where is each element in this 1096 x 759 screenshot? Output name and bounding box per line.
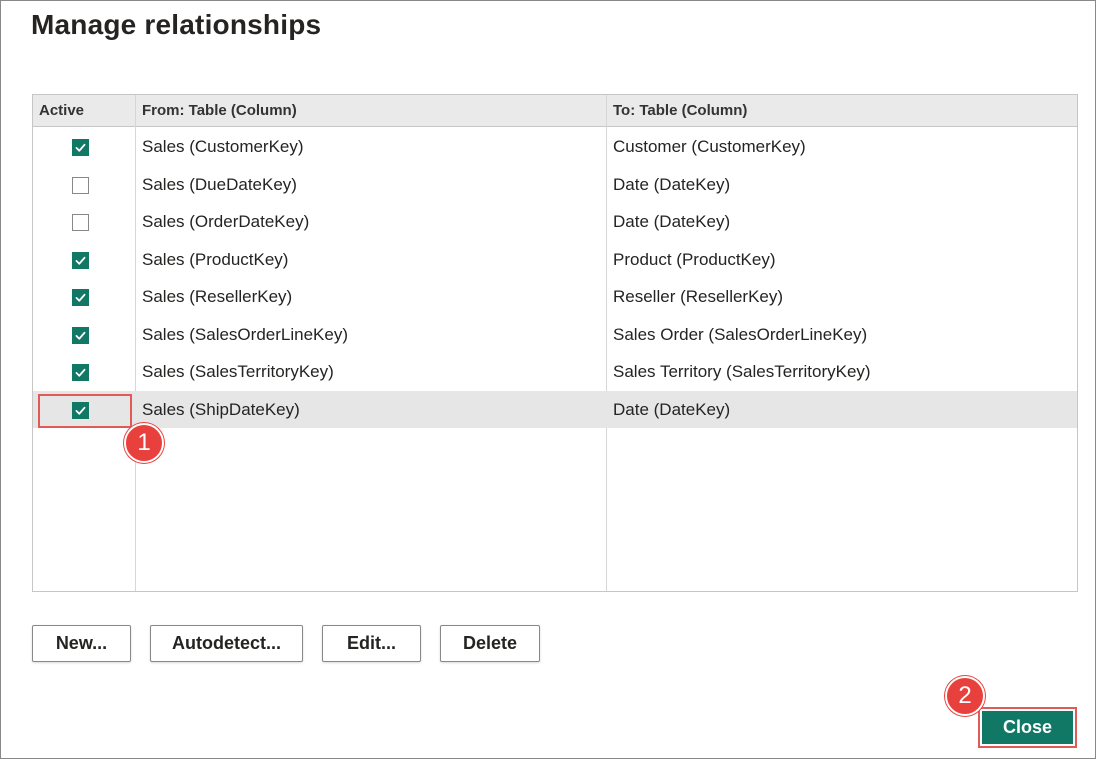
to-table-column: Sales Territory (SalesTerritoryKey) (613, 362, 871, 381)
to-table-column: Reseller (ResellerKey) (613, 287, 784, 306)
active-checkbox[interactable] (72, 214, 89, 231)
checkbox-checked (72, 364, 89, 381)
grid-header: Active From: Table (Column) To: Table (C… (33, 95, 1077, 127)
relationship-row[interactable]: Sales (SalesOrderLineKey) Sales Order (Sa… (33, 316, 1077, 353)
to-table-column: Customer (CustomerKey) (613, 137, 806, 156)
step-badge-2: 2 (945, 676, 985, 716)
active-checkbox[interactable] (72, 364, 89, 381)
active-checkbox[interactable] (72, 251, 89, 269)
step-badge-1: 1 (124, 423, 164, 463)
checkbox-checked (72, 251, 89, 269)
dialog-title: Manage relationships (31, 9, 322, 40)
new-button[interactable]: New... (32, 625, 131, 662)
checkbox-checked (72, 139, 89, 156)
close-button[interactable]: Close (982, 711, 1073, 744)
from-table-column: Sales (SalesOrderLineKey) (142, 324, 348, 344)
checkbox-unchecked (72, 214, 89, 231)
checkbox-checked (72, 326, 89, 344)
edit-button[interactable]: Edit... (322, 625, 421, 662)
checkmark-icon (75, 293, 86, 302)
to-table-column: Date (DateKey) (613, 174, 731, 194)
autodetect-button[interactable]: Autodetect... (150, 625, 303, 662)
column-header-to[interactable]: To: Table (Column) (607, 95, 1077, 126)
checkbox-unchecked (72, 176, 89, 194)
active-checkbox[interactable] (72, 326, 89, 344)
checkmark-icon (75, 256, 86, 265)
relationship-row[interactable]: Sales (ProductKey) Product (ProductKey) (33, 241, 1077, 278)
checkbox-checked (72, 289, 89, 306)
relationship-row[interactable]: Sales (DueDateKey) Date (DateKey) (33, 166, 1077, 203)
from-table-column: Sales (OrderDateKey) (142, 212, 310, 231)
checkmark-icon (75, 368, 86, 377)
relationship-row[interactable]: Sales (OrderDateKey) Date (DateKey) (33, 203, 1077, 240)
to-table-column: Date (DateKey) (613, 399, 731, 419)
active-checkbox[interactable] (72, 289, 89, 306)
manage-relationships-dialog: Manage relationships Active From: Table … (0, 0, 1096, 759)
from-table-column: Sales (ResellerKey) (142, 287, 293, 306)
checkmark-icon (75, 143, 86, 152)
relationship-row[interactable]: Sales (ResellerKey) Reseller (ResellerKey… (33, 278, 1077, 315)
column-header-active[interactable]: Active (33, 95, 135, 126)
active-checkbox-highlight (38, 394, 132, 428)
relationship-row[interactable]: Sales (SalesTerritoryKey) Sales Territory… (33, 353, 1077, 390)
from-table-column: Sales (SalesTerritoryKey) (142, 362, 334, 381)
from-table-column: Sales (DueDateKey) (142, 174, 297, 194)
to-table-column: Sales Order (SalesOrderLineKey) (613, 324, 868, 344)
from-table-column: Sales (ProductKey) (142, 249, 289, 269)
from-table-column: Sales (ShipDateKey) (142, 399, 300, 419)
delete-button[interactable]: Delete (440, 625, 540, 662)
to-table-column: Product (ProductKey) (613, 249, 776, 269)
column-header-from[interactable]: From: Table (Column) (136, 95, 606, 126)
from-table-column: Sales (CustomerKey) (142, 137, 304, 156)
checkmark-icon (75, 331, 86, 340)
relationship-row[interactable]: Sales (ShipDateKey) Date (DateKey) (33, 390, 1077, 428)
relationship-row[interactable]: Sales (CustomerKey) Customer (CustomerKey… (33, 128, 1077, 165)
active-checkbox[interactable] (72, 176, 89, 194)
to-table-column: Date (DateKey) (613, 212, 731, 231)
active-checkbox[interactable] (72, 139, 89, 156)
relationships-grid: Active From: Table (Column) To: Table (C… (32, 94, 1078, 592)
